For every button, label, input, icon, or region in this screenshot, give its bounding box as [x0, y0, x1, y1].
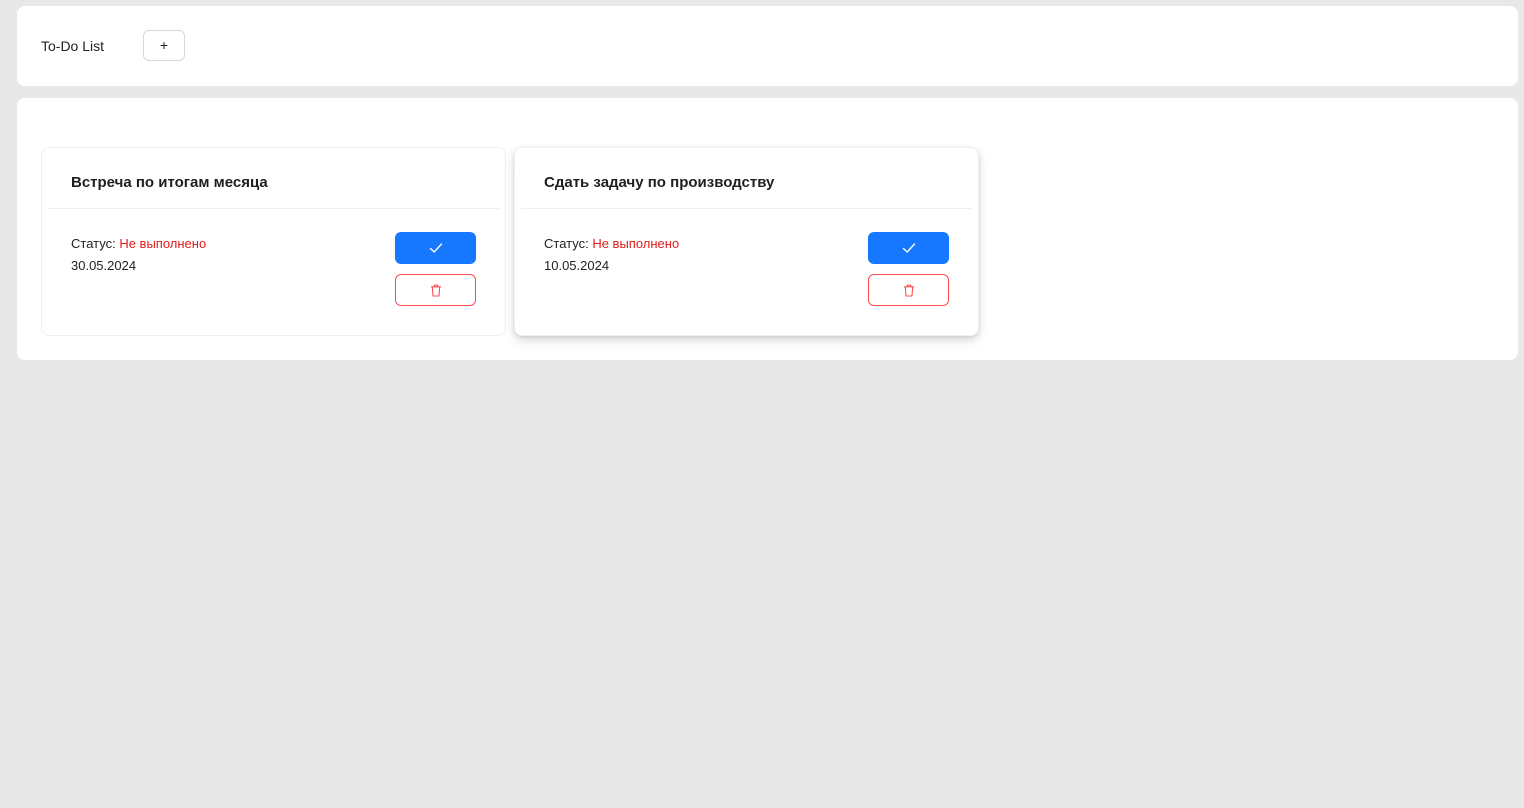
mark-done-button[interactable] [868, 232, 949, 264]
task-date: 30.05.2024 [71, 258, 137, 273]
task-status: Статус: Не выполнено [544, 235, 679, 253]
trash-icon [430, 284, 442, 297]
header-panel: To-Do List + [17, 6, 1518, 86]
task-status: Статус: Не выполнено [71, 235, 206, 253]
status-value: Не выполнено [592, 236, 680, 251]
status-label: Статус: [71, 236, 120, 251]
card-divider [48, 208, 499, 209]
delete-button[interactable] [868, 274, 949, 306]
task-date: 10.05.2024 [544, 258, 610, 273]
task-title: Встреча по итогам месяца [71, 174, 268, 191]
check-icon [429, 241, 443, 255]
status-value: Не выполнено [119, 236, 207, 251]
task-title: Сдать задачу по производству [544, 174, 775, 191]
add-task-button[interactable]: + [143, 30, 185, 61]
check-icon [902, 241, 916, 255]
status-label: Статус: [544, 236, 593, 251]
task-card: Сдать задачу по производству Статус: Не … [514, 147, 979, 336]
app-title: To-Do List [41, 38, 105, 54]
delete-button[interactable] [395, 274, 476, 306]
card-divider [521, 208, 972, 209]
mark-done-button[interactable] [395, 232, 476, 264]
trash-icon [903, 284, 915, 297]
task-board: Встреча по итогам месяца Статус: Не выпо… [17, 98, 1518, 360]
task-card: Встреча по итогам месяца Статус: Не выпо… [41, 147, 506, 336]
